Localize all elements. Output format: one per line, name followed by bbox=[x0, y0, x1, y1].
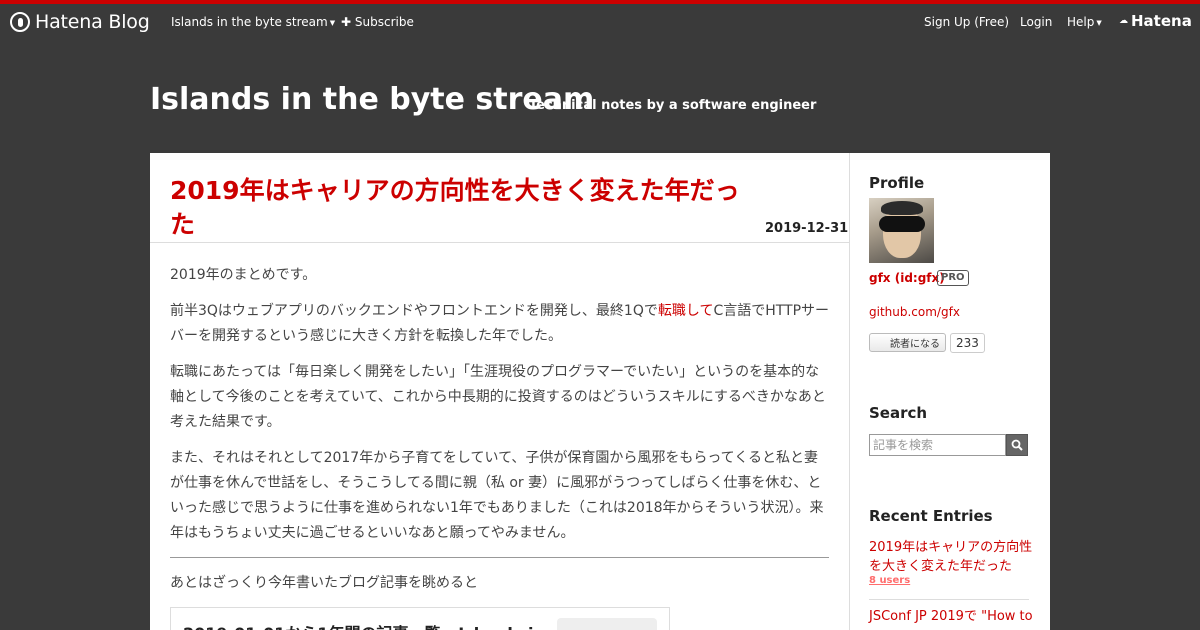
hatena-cloud-icon: ☁ bbox=[1119, 16, 1128, 26]
sidebar-divider bbox=[849, 153, 850, 630]
entry-paragraph-4: また、それはそれとして2017年から子育てをしていて、子供が保育園から風邪をもら… bbox=[170, 450, 824, 541]
blog-menu-label: Islands in the byte stream bbox=[171, 15, 328, 29]
hatena-brand-text: Hatena bbox=[1131, 12, 1192, 30]
logo-text: Hatena Blog bbox=[35, 11, 150, 33]
follow-button[interactable]: 読者になる bbox=[869, 333, 946, 352]
avatar-hair bbox=[881, 201, 923, 215]
blog-description: Technical notes by a software engineer bbox=[529, 98, 817, 113]
subscribe-button[interactable]: ✚ Subscribe bbox=[341, 15, 414, 29]
signup-link[interactable]: Sign Up (Free) bbox=[924, 15, 1009, 29]
career-change-link[interactable]: 転職して bbox=[658, 303, 714, 319]
embed-card-title: 2019-01-01から1年間の記事一覧 - Islands in th bbox=[183, 620, 543, 630]
entry-header-divider bbox=[150, 242, 849, 243]
entry-date[interactable]: 2019-12-31 bbox=[765, 221, 848, 236]
embed-card[interactable]: 2019-01-01から1年間の記事一覧 - Islands in th bbox=[170, 607, 670, 630]
profile-heading: Profile bbox=[869, 174, 925, 192]
profile-name-link[interactable]: gfx (id:gfx) bbox=[869, 271, 945, 285]
recent-entry-link[interactable]: JSConf JP 2019で "How to bbox=[869, 607, 1034, 626]
recent-entries-heading: Recent Entries bbox=[869, 507, 993, 525]
entry-title[interactable]: 2019年はキャリアの方向性を大きく変えた年だった bbox=[170, 174, 760, 242]
login-link[interactable]: Login bbox=[1020, 15, 1052, 29]
global-header: Hatena Blog Islands in the byte stream ▼ … bbox=[0, 4, 1200, 40]
avatar[interactable] bbox=[869, 198, 934, 263]
plus-icon: ✚ bbox=[341, 15, 352, 29]
pro-badge[interactable]: PRO bbox=[937, 270, 969, 286]
hatena-brand-logo[interactable]: ☁ Hatena bbox=[1119, 12, 1192, 30]
entry-paragraph-2: 前半3Qはウェブアプリのバックエンドやフロントエンドを開発し、最終1Qで転職して… bbox=[170, 299, 830, 349]
blog-title[interactable]: Islands in the byte stream bbox=[150, 82, 594, 117]
caret-down-icon: ▼ bbox=[1096, 18, 1102, 27]
blog-menu-dropdown[interactable]: Islands in the byte stream ▼ bbox=[171, 15, 335, 29]
entry-paragraph-3: 転職にあたっては「毎日楽しく開発をしたい」「生涯現役のプログラマーでいたい」とい… bbox=[170, 364, 826, 430]
recent-entry-link[interactable]: 2019年はキャリアの方向性を大きく変えた年だった bbox=[869, 538, 1034, 576]
bookmark-users-badge[interactable]: 8 users bbox=[869, 575, 910, 586]
search-input[interactable] bbox=[869, 434, 1006, 456]
hatena-blog-logo-icon bbox=[10, 12, 30, 32]
profile-github-link[interactable]: github.com/gfx bbox=[869, 305, 960, 319]
avatar-mask bbox=[879, 216, 925, 232]
follower-count[interactable]: 233 bbox=[950, 333, 985, 353]
caret-down-icon: ▼ bbox=[329, 18, 336, 27]
subscribe-label: Subscribe bbox=[354, 15, 414, 29]
paragraph-text: 前半3Qはウェブアプリのバックエンドやフロントエンドを開発し、最終1Qで bbox=[170, 303, 658, 319]
search-button[interactable] bbox=[1006, 434, 1028, 456]
embed-card-thumbnail bbox=[557, 618, 657, 630]
entry-paragraph-1: 2019年のまとめです。 bbox=[170, 267, 317, 283]
follow-button-label: 読者になる bbox=[890, 339, 940, 350]
entry-paragraph-5: あとはざっくり今年書いたブログ記事を眺めると bbox=[170, 575, 478, 591]
hatena-blog-logo[interactable]: Hatena Blog bbox=[10, 11, 150, 33]
search-icon bbox=[1011, 439, 1023, 451]
recent-entry-divider bbox=[869, 599, 1029, 600]
help-menu[interactable]: Help ▼ bbox=[1067, 15, 1102, 29]
help-label: Help bbox=[1067, 15, 1095, 29]
search-heading: Search bbox=[869, 404, 928, 422]
content-divider bbox=[170, 557, 829, 558]
